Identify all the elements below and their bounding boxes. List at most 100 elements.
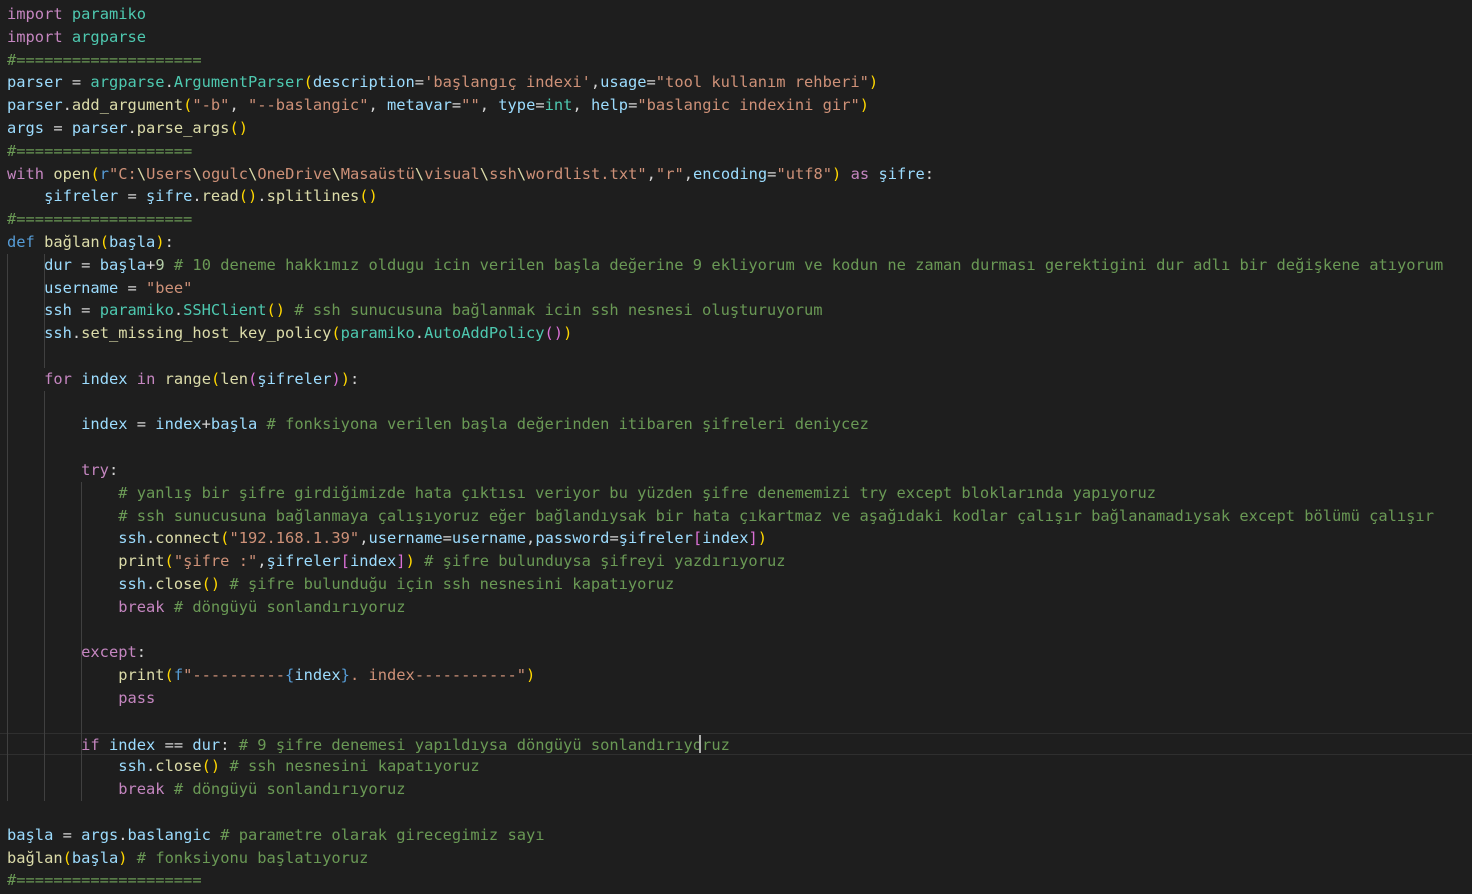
code-token: () [359, 187, 378, 206]
code-line[interactable]: #==================== [0, 49, 1472, 72]
code-token: import [7, 27, 63, 46]
code-line[interactable]: ssh.close() # ssh nesnesini kapatıyoruz [0, 755, 1472, 778]
code-line[interactable]: break # döngüyü sonlandırıyoruz [0, 778, 1472, 801]
code-token: ( [164, 666, 174, 685]
code-line[interactable]: if index == dur: # 9 şifre denemesi yapı… [0, 732, 1472, 756]
code-line[interactable]: #=================== [0, 140, 1472, 163]
code-line[interactable]: pass [0, 687, 1472, 710]
code-line[interactable]: başla = args.baslangic # parametre olara… [0, 824, 1472, 847]
code-line[interactable]: ssh.set_missing_host_key_policy(paramiko… [0, 322, 1472, 345]
code-token: # fonksiyonu başlatıyoruz [136, 848, 369, 867]
code-token: "" [461, 96, 480, 115]
code-token: "baslangic indexini gir" [637, 96, 860, 115]
code-token: ) [155, 233, 165, 251]
code-token: ] [748, 529, 758, 548]
code-token: # 10 deneme hakkımız oldugu icin verilen… [173, 255, 1444, 274]
code-token: () [238, 187, 258, 206]
code-line[interactable]: # ssh sunucusuna bağlanmaya çalışıyoruz … [0, 505, 1472, 528]
code-line[interactable] [0, 710, 1472, 733]
code-line[interactable]: try: [0, 459, 1472, 482]
code-line[interactable] [0, 619, 1472, 642]
code-token: pass [118, 689, 156, 707]
code-line[interactable]: ssh = paramiko.SSHClient() # ssh sunucus… [0, 299, 1472, 322]
code-text: #==================== [7, 869, 202, 892]
code-token: şifreler [257, 369, 332, 388]
code-token: ( [164, 552, 174, 571]
code-token: ArgumentParser [173, 73, 304, 92]
code-line[interactable]: index = index+başla # fonksiyona verilen… [0, 413, 1472, 436]
code-token: \ [414, 164, 425, 183]
code-line[interactable] [0, 436, 1472, 459]
code-token: import [7, 5, 63, 23]
code-line[interactable]: print(f"----------{index}. index--------… [0, 664, 1472, 687]
code-line[interactable]: username = "bee" [0, 277, 1472, 300]
code-line[interactable]: args = parser.parse_args() [0, 117, 1472, 140]
code-line[interactable]: parser = argparse.ArgumentParser(descrip… [0, 71, 1472, 94]
code-line[interactable]: def bağlan(başla): [0, 231, 1472, 254]
code-token: ( [183, 96, 193, 115]
code-token: = [414, 73, 425, 92]
code-token: [ [692, 529, 703, 548]
code-line[interactable]: bağlan(başla) # fonksiyonu başlatıyoruz [0, 847, 1472, 870]
code-token: close [155, 757, 202, 776]
code-token: description [312, 73, 415, 92]
code-text: print("şifre :",şifreler[index]) # şifre… [7, 550, 785, 573]
code-token: + [146, 255, 156, 274]
code-token: başla [108, 233, 156, 251]
code-token: . [62, 96, 72, 115]
code-token: \ [516, 164, 527, 183]
code-line[interactable]: for index in range(len(şifreler)): [0, 368, 1472, 391]
code-line[interactable] [0, 801, 1472, 824]
code-line[interactable]: # yanlış bir şifre girdiğimizde hata çık… [0, 482, 1472, 505]
code-token: if [81, 735, 100, 754]
code-token: = [62, 73, 91, 92]
code-token: ssh [489, 164, 517, 183]
code-line[interactable]: except: [0, 641, 1472, 664]
code-text: başla = args.baslangic # parametre olara… [7, 824, 545, 847]
code-token: . [146, 529, 156, 548]
code-token: ) [563, 324, 573, 343]
code-token: . [71, 324, 82, 343]
code-token: index [81, 369, 128, 388]
code-token: == [155, 735, 193, 754]
code-token: 9 [155, 255, 165, 274]
code-token: paramiko [71, 5, 147, 23]
code-line[interactable]: #=================== [0, 208, 1472, 231]
code-line[interactable] [0, 345, 1472, 368]
code-token: [ [340, 552, 350, 571]
code-token: . index-----------" [349, 666, 527, 685]
code-text: args = parser.parse_args() [7, 117, 248, 140]
code-line[interactable]: break # döngüyü sonlandırıyoruz [0, 596, 1472, 619]
code-token: , [590, 73, 601, 92]
code-token: # ssh sunucusuna bağlanmaya çalışıyoruz … [118, 506, 1434, 525]
code-line[interactable]: #==================== [0, 869, 1472, 892]
code-line[interactable]: ssh.connect("192.168.1.39",username=user… [0, 527, 1472, 550]
code-line[interactable]: import argparse [0, 26, 1472, 49]
code-token: = [451, 96, 462, 115]
code-token: "utf8" [776, 164, 833, 183]
code-token: "tool kullanım rehberi" [655, 73, 869, 92]
code-token: ) [118, 848, 128, 867]
code-line[interactable]: with open(r"C:\Users\ogulc\OneDrive\Masa… [0, 163, 1472, 186]
code-token: # parametre olarak girecegimiz sayı [220, 825, 545, 844]
code-token: = [646, 73, 656, 92]
code-token: # döngüyü sonlandırıyoruz [173, 780, 406, 799]
code-line[interactable]: parser.add_argument("-b", "--baslangic",… [0, 94, 1472, 117]
code-line[interactable] [0, 391, 1472, 414]
code-token: "---------- [183, 666, 286, 685]
code-line[interactable]: dur = başla+9 # 10 deneme hakkımız oldug… [0, 254, 1472, 277]
code-token: ssh [118, 575, 147, 593]
code-line[interactable]: ssh.close() # şifre bulunduğu için ssh n… [0, 573, 1472, 596]
code-token: AutoAddPolicy [424, 324, 545, 343]
code-text: break # döngüyü sonlandırıyoruz [7, 778, 405, 801]
code-line[interactable]: import paramiko [0, 3, 1472, 26]
code-line[interactable]: şifreler = şifre.read().splitlines() [0, 185, 1472, 208]
code-token: f [173, 666, 184, 685]
code-editor[interactable]: import paramiko import argparse #=========… [0, 0, 1472, 894]
code-line[interactable]: print("şifre :",şifreler[index]) # şifre… [0, 550, 1472, 573]
code-token: ( [90, 164, 100, 183]
